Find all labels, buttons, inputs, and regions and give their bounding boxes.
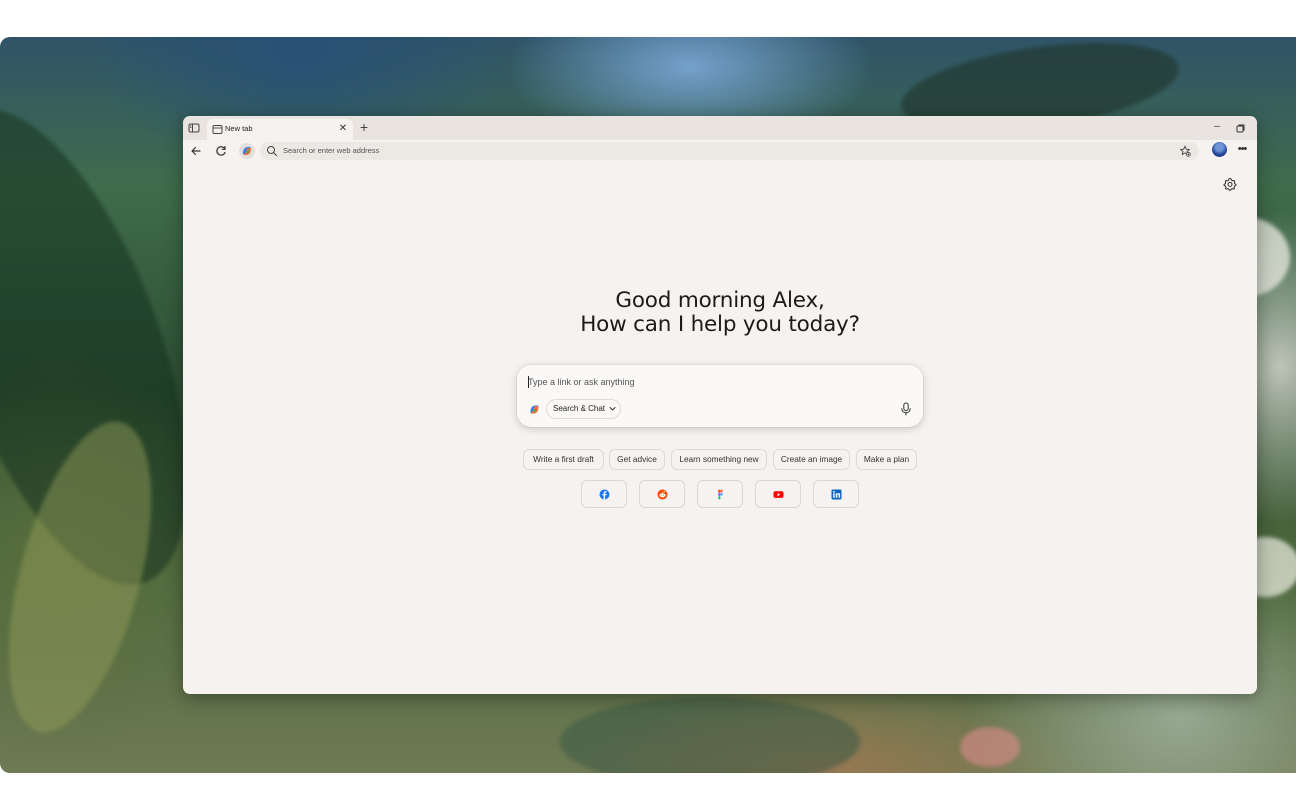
suggestion-chip-write-draft[interactable]: Write a first draft — [523, 449, 604, 470]
greeting-line-2: How can I help you today? — [580, 312, 860, 337]
close-icon[interactable]: ✕ — [337, 123, 349, 135]
address-placeholder: Search or enter web address — [283, 146, 380, 155]
mode-dropdown[interactable]: Search & Chat — [546, 399, 622, 419]
restore-icon[interactable] — [1235, 123, 1246, 134]
shortcut-reddit[interactable] — [639, 480, 685, 508]
toolbar: Search or enter web address ••• — [183, 140, 1257, 162]
reddit-icon — [657, 489, 668, 500]
copilot-logo-icon — [530, 405, 539, 414]
refresh-icon[interactable] — [213, 143, 229, 159]
more-options-icon[interactable]: ••• — [1234, 143, 1250, 159]
suggestion-chip-make-plan[interactable]: Make a plan — [856, 449, 917, 470]
search-icon — [267, 146, 278, 157]
linkedin-icon — [831, 489, 842, 500]
shortcut-youtube[interactable] — [755, 480, 801, 508]
back-arrow-icon[interactable] — [188, 143, 204, 159]
copilot-icon[interactable] — [239, 143, 255, 159]
shortcut-linkedin[interactable] — [813, 480, 859, 508]
suggestion-chip-create-image[interactable]: Create an image — [773, 449, 850, 470]
favorite-star-icon[interactable] — [1179, 145, 1191, 157]
page-icon — [212, 125, 223, 134]
minimize-icon[interactable]: – — [1211, 122, 1223, 134]
tab-bar: New tab ✕ + – — [183, 116, 1257, 140]
microphone-icon[interactable] — [900, 402, 912, 416]
shortcut-figma[interactable] — [697, 480, 743, 508]
suggestion-chip-learn[interactable]: Learn something new — [671, 449, 767, 470]
sidebar-toggle-icon[interactable] — [188, 122, 200, 134]
chevron-down-icon — [609, 407, 616, 411]
mode-label: Search & Chat — [553, 404, 606, 413]
chat-input[interactable] — [528, 374, 888, 390]
browser-window: New tab ✕ + – Search or enter web addres… — [183, 116, 1257, 694]
tab-title: New tab — [225, 124, 253, 133]
facebook-icon — [599, 489, 610, 500]
suggestion-chip-get-advice[interactable]: Get advice — [609, 449, 665, 470]
figma-icon — [718, 489, 723, 500]
greeting-line-1: Good morning Alex, — [615, 288, 825, 313]
profile-avatar[interactable] — [1212, 142, 1227, 157]
youtube-icon — [773, 491, 784, 498]
tab-new-tab[interactable]: New tab ✕ — [207, 119, 353, 140]
new-tab-plus-icon[interactable]: + — [357, 120, 371, 135]
gear-icon[interactable] — [1223, 177, 1237, 191]
shortcut-facebook[interactable] — [581, 480, 627, 508]
address-bar[interactable]: Search or enter web address — [260, 142, 1199, 160]
chat-box: Search & Chat — [517, 365, 923, 427]
greeting-heading: Good morning Alex, How can I help you to… — [183, 289, 1257, 337]
text-caret — [528, 376, 529, 388]
